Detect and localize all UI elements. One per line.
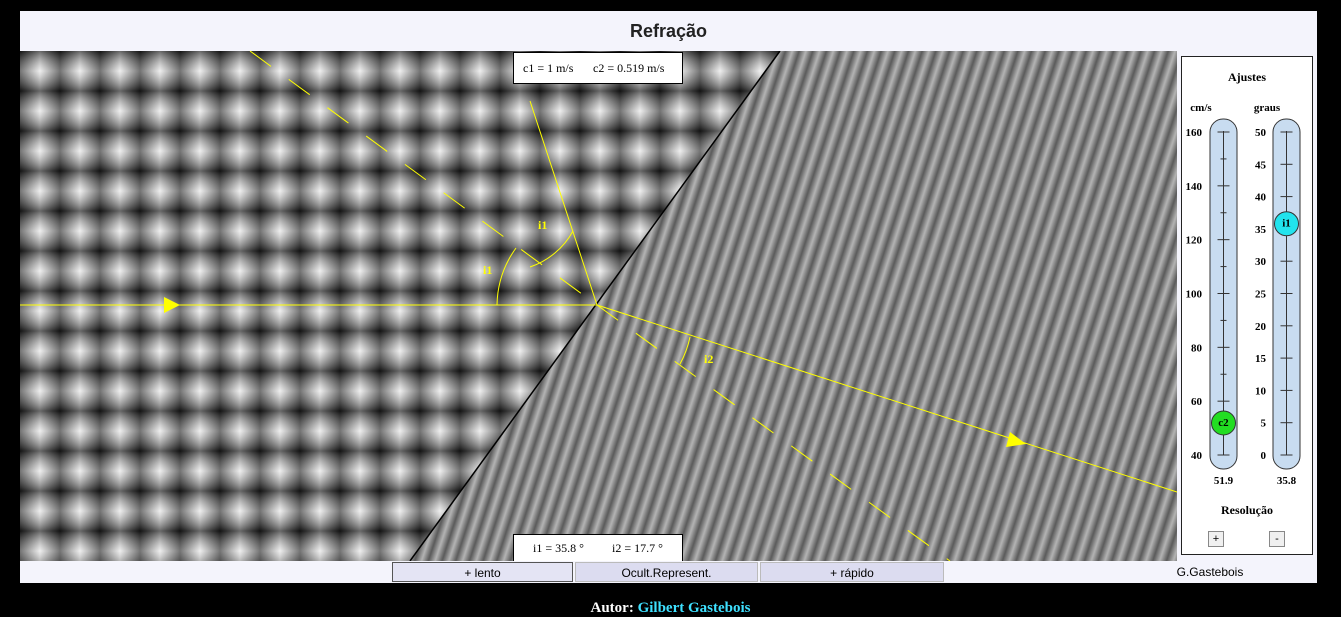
angle-tick-label: 10 (1255, 385, 1267, 397)
author-credit-link[interactable]: Gilbert Gastebois (638, 600, 751, 616)
svg-text:i1: i1 (1282, 218, 1291, 230)
angle-tick-label: 20 (1255, 321, 1267, 333)
right-unit-label: graus (1254, 102, 1281, 114)
angle-tick-label: 35 (1255, 224, 1267, 236)
i2-readout: i2 = 17.7 ° (612, 541, 663, 555)
hide-representation-button[interactable]: Ocult.Represent. (575, 562, 758, 582)
angle-info-box: i1 = 35.8 ° i2 = 17.7 ° (513, 534, 683, 562)
angle-tick-label: 50 (1255, 127, 1267, 139)
author-credit: Autor: Gilbert Gastebois (0, 600, 1341, 617)
author-credit-prefix: Autor: (590, 600, 634, 616)
speed-slider-thumb[interactable]: c2 (1211, 410, 1236, 436)
speed-tick-label: 40 (1191, 450, 1203, 462)
angle-tick-label: 45 (1255, 159, 1267, 171)
angle-tick-label: 25 (1255, 289, 1267, 301)
speed-info-box: c1 = 1 m/s c2 = 0.519 m/s (513, 52, 683, 84)
app-window: Refração i1 i1 i2 c1 = 1 m/s c2 = 0.519 … (20, 11, 1317, 583)
slower-button[interactable]: + lento (392, 562, 573, 582)
left-unit-label: cm/s (1190, 102, 1212, 114)
settings-panel: Ajustes cm/s graus 160 140 120 100 80 60 40 50… (1181, 56, 1313, 555)
angle-tick-label: 15 (1255, 353, 1267, 365)
bottom-toolbar: + lento Ocult.Represent. + rápido G.Gast… (20, 561, 1317, 583)
speed-tick-label: 120 (1186, 235, 1203, 247)
speed-value-readout: 51.9 (1214, 475, 1234, 487)
normal-angle-label: i1 (538, 218, 547, 232)
angle-value-readout: 35.8 (1277, 475, 1297, 487)
speed-tick-label: 140 (1186, 181, 1203, 193)
c2-readout: c2 = 0.519 m/s (593, 61, 665, 75)
faster-button[interactable]: + rápido (760, 562, 944, 582)
svg-text:c2: c2 (1218, 417, 1229, 429)
author-tag: G.Gastebois (1176, 565, 1244, 579)
angle-tick-label: 0 (1261, 450, 1267, 462)
speed-tick-label: 80 (1191, 342, 1203, 354)
panel-title: Ajustes (1228, 70, 1266, 84)
incident-angle-label: i1 (483, 263, 492, 277)
page-title: Refração (629, 21, 708, 41)
angle-tick-label: 5 (1261, 418, 1267, 430)
speed-tick-label: 100 (1186, 289, 1203, 301)
resolution-label: Resolução (1221, 503, 1273, 517)
refracted-angle-label: i2 (704, 352, 713, 366)
speed-tick-label: 160 (1186, 127, 1203, 139)
resolution-minus-button[interactable]: - (1269, 531, 1285, 547)
angle-tick-label: 40 (1255, 192, 1267, 204)
i1-readout: i1 = 35.8 ° (533, 541, 584, 555)
resolution-plus-button[interactable]: + (1208, 531, 1224, 547)
simulation-canvas: i1 i1 i2 (20, 51, 1177, 561)
angle-slider-thumb[interactable]: i1 (1274, 211, 1299, 237)
angle-tick-label: 30 (1255, 256, 1267, 268)
c1-readout: c1 = 1 m/s (523, 61, 574, 75)
speed-tick-label: 60 (1191, 396, 1203, 408)
